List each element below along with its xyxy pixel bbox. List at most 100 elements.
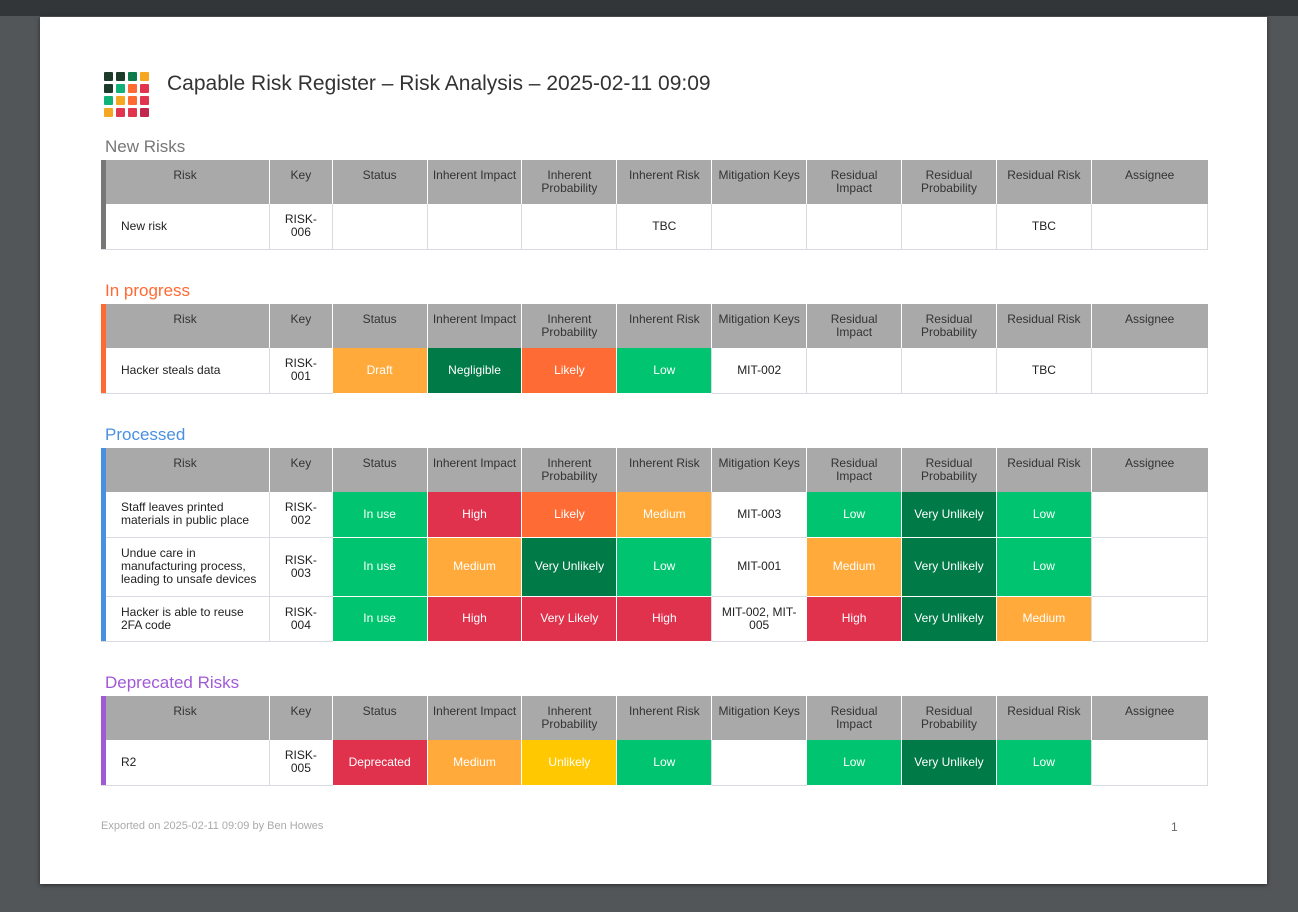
table-row[interactable]: Hacker steals data RISK- 001 Draft Negligib…: [101, 348, 1209, 394]
column-header[interactable]: Inherent Risk: [616, 696, 712, 740]
column-header[interactable]: Inherent Risk: [616, 448, 712, 492]
logo-square: [128, 71, 137, 81]
cell-residual-risk: TBC: [995, 348, 1092, 394]
column-header[interactable]: Residual Risk: [995, 696, 1092, 740]
cell-mitigation-keys: MIT-002, MIT- 005: [711, 596, 807, 642]
cell-residual-impact: [806, 204, 902, 250]
cell-key: RISK- 003: [269, 537, 333, 597]
column-header[interactable]: Risk: [101, 448, 270, 492]
cell-residual-impact: [806, 348, 902, 394]
column-header[interactable]: Mitigation Keys: [711, 448, 807, 492]
cell-inherent-risk: TBC: [616, 204, 712, 250]
column-header[interactable]: Key: [269, 160, 333, 204]
app-logo: [104, 71, 149, 117]
cell-inherent-risk: Low: [616, 740, 712, 786]
column-header[interactable]: Key: [269, 448, 333, 492]
cell-mitigation-keys: MIT-001: [711, 537, 807, 597]
column-header[interactable]: Assignee: [1090, 696, 1208, 740]
section-color-bar: [101, 160, 106, 249]
logo-square: [104, 71, 113, 81]
column-header[interactable]: Inherent Probability: [521, 304, 617, 348]
column-header[interactable]: Risk: [101, 160, 270, 204]
column-header[interactable]: Inherent Impact: [426, 304, 522, 348]
logo-square: [116, 83, 125, 93]
table-row[interactable]: R2 RISK- 005 Deprecated Medium Unlikely Low Lo…: [101, 740, 1209, 786]
column-header[interactable]: Inherent Risk: [616, 304, 712, 348]
cell-residual-risk: TBC: [995, 204, 1092, 250]
column-header[interactable]: Risk: [101, 696, 270, 740]
column-header[interactable]: Residual Risk: [995, 160, 1092, 204]
cell-risk: New risk: [101, 204, 270, 250]
cell-inherent-probability: Unlikely: [521, 740, 617, 786]
column-header[interactable]: Residual Impact: [806, 304, 902, 348]
table-header-row: Risk Key Status Inherent Impact Inherent Pro…: [101, 160, 1208, 204]
logo-square: [104, 95, 113, 105]
column-header[interactable]: Residual Risk: [995, 448, 1092, 492]
column-header[interactable]: Risk: [101, 304, 270, 348]
logo-square: [104, 107, 113, 117]
table-row[interactable]: Undue care in manufacturing process, lea…: [101, 537, 1209, 597]
logo-square: [128, 83, 137, 93]
column-header[interactable]: Inherent Probability: [521, 696, 617, 740]
column-header[interactable]: Residual Probability: [901, 696, 997, 740]
column-header[interactable]: Assignee: [1090, 448, 1208, 492]
cell-inherent-impact: Negligible: [426, 348, 522, 394]
cell-key: RISK- 006: [269, 204, 333, 250]
cell-inherent-impact: [426, 204, 522, 250]
column-header[interactable]: Status: [331, 448, 428, 492]
cell-residual-impact: High: [806, 596, 902, 642]
cell-residual-impact: Medium: [806, 537, 902, 597]
cell-inherent-risk: High: [616, 596, 712, 642]
cell-residual-risk: Low: [995, 740, 1092, 786]
cell-inherent-probability: Very Likely: [521, 596, 617, 642]
column-header[interactable]: Inherent Probability: [521, 448, 617, 492]
column-header[interactable]: Mitigation Keys: [711, 696, 807, 740]
cell-residual-risk: Medium: [995, 596, 1092, 642]
cell-inherent-impact: High: [426, 596, 522, 642]
table-row[interactable]: Hacker is able to reuse 2FA code RISK- 00…: [101, 596, 1209, 642]
cell-residual-probability: Very Unlikely: [901, 537, 997, 597]
column-header[interactable]: Residual Probability: [901, 448, 997, 492]
cell-key: RISK- 001: [269, 348, 333, 394]
cell-key: RISK- 005: [269, 740, 333, 786]
column-header[interactable]: Inherent Impact: [426, 696, 522, 740]
cell-status: In use: [331, 492, 428, 538]
risk-table: Risk Key Status Inherent Impact Inherent Pro…: [101, 448, 1209, 642]
column-header[interactable]: Status: [331, 696, 428, 740]
section-title: Deprecated Risks: [105, 673, 240, 692]
cell-assignee: [1090, 204, 1209, 250]
section-color-bar: [101, 448, 106, 641]
column-header[interactable]: Residual Risk: [995, 304, 1092, 348]
column-header[interactable]: Mitigation Keys: [711, 160, 807, 204]
table-row[interactable]: New risk RISK- 006 TBC TBC: [101, 204, 1209, 250]
column-header[interactable]: Inherent Risk: [616, 160, 712, 204]
cell-mitigation-keys: [711, 204, 807, 250]
column-header[interactable]: Residual Impact: [806, 160, 902, 204]
column-header[interactable]: Assignee: [1090, 304, 1208, 348]
column-header[interactable]: Residual Impact: [806, 696, 902, 740]
column-header[interactable]: Inherent Impact: [426, 160, 522, 204]
cell-status: Draft: [331, 348, 428, 394]
column-header[interactable]: Inherent Impact: [426, 448, 522, 492]
column-header[interactable]: Residual Probability: [901, 160, 997, 204]
cell-status: Deprecated: [331, 740, 428, 786]
column-header[interactable]: Key: [269, 304, 333, 348]
column-header[interactable]: Status: [331, 304, 428, 348]
column-header[interactable]: Residual Impact: [806, 448, 902, 492]
column-header[interactable]: Key: [269, 696, 333, 740]
table-row[interactable]: Staff leaves printed materials in public…: [101, 492, 1209, 538]
logo-square: [140, 107, 149, 117]
section-title: Processed: [105, 425, 186, 444]
cell-mitigation-keys: [711, 740, 807, 786]
column-header[interactable]: Inherent Probability: [521, 160, 617, 204]
column-header[interactable]: Mitigation Keys: [711, 304, 807, 348]
cell-residual-probability: Very Unlikely: [901, 492, 997, 538]
cell-inherent-risk: Low: [616, 537, 712, 597]
column-header[interactable]: Assignee: [1090, 160, 1208, 204]
cell-mitigation-keys: MIT-003: [711, 492, 807, 538]
column-header[interactable]: Residual Probability: [901, 304, 997, 348]
cell-inherent-impact: Medium: [426, 537, 522, 597]
column-header[interactable]: Status: [331, 160, 428, 204]
logo-square: [128, 95, 137, 105]
table-header-row: Risk Key Status Inherent Impact Inherent Pro…: [101, 448, 1208, 492]
